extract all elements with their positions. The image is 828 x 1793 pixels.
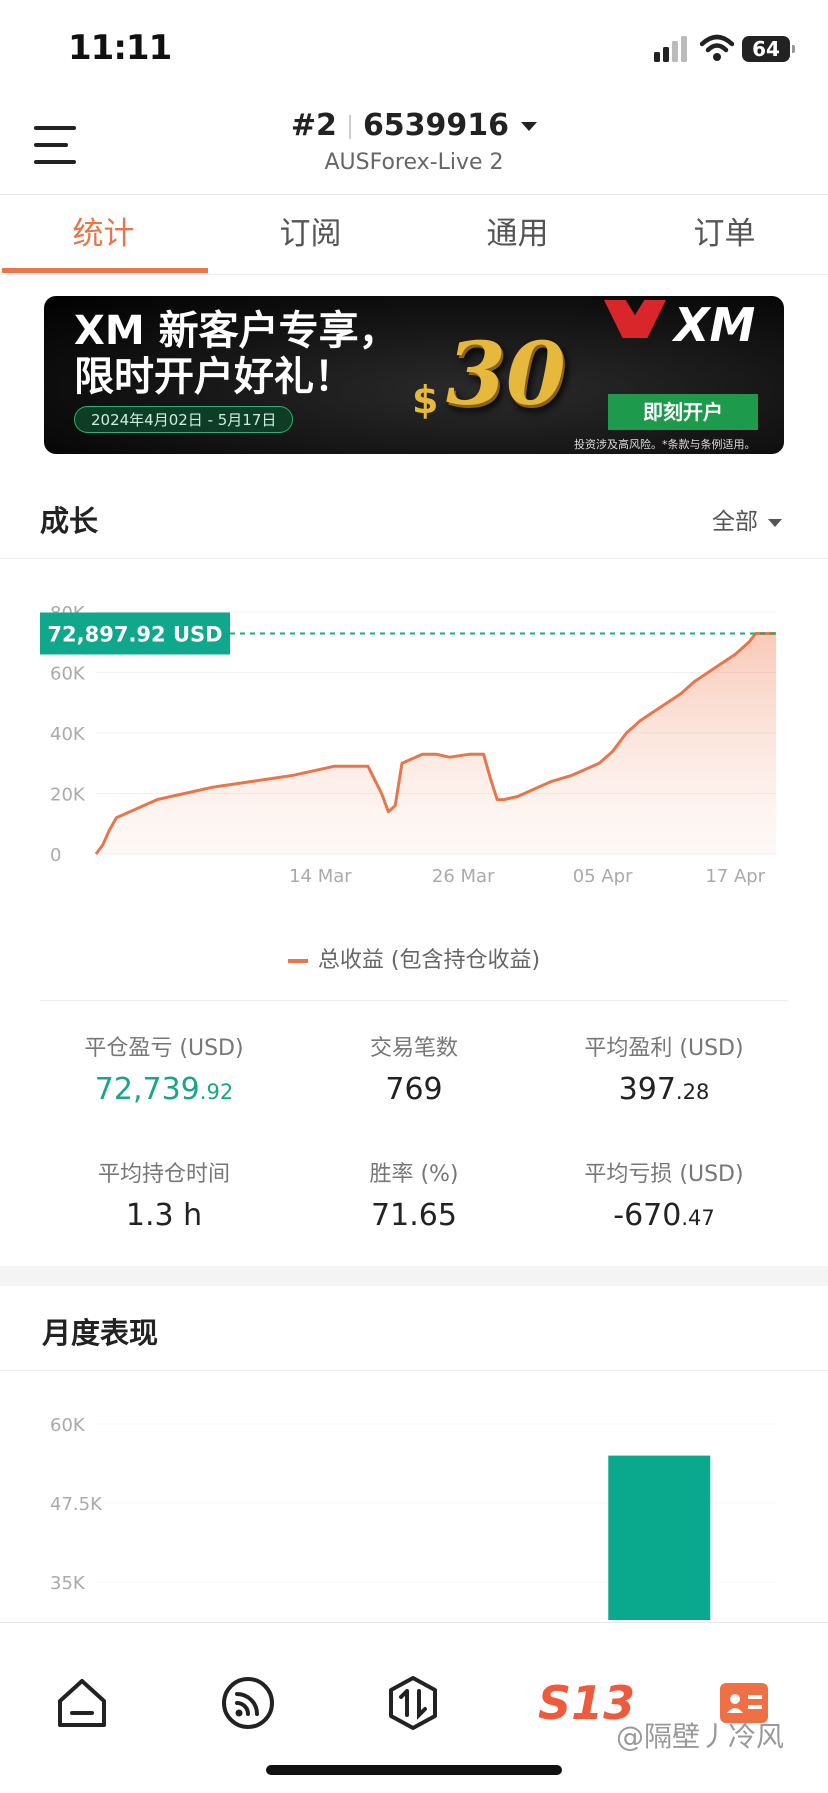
area-fill (96, 633, 776, 854)
divider (40, 1000, 788, 1001)
y-tick-label: 20K (50, 785, 86, 806)
legend-label: 总收益 (包含持仓收益) (317, 948, 541, 973)
banner-logo-text: XM (674, 298, 756, 352)
home-indicator[interactable] (266, 1765, 562, 1775)
open-account-button[interactable]: 即刻开户 (608, 394, 758, 430)
stat-value: 71.65 (371, 1198, 457, 1233)
y-tick-label: 60K (50, 1415, 86, 1436)
account-index: #2 (290, 108, 337, 143)
battery-icon: 64 (742, 36, 795, 62)
filter-label: 全部 (712, 509, 758, 535)
trade-icon[interactable] (383, 1673, 443, 1733)
banner-amount: 30 (446, 324, 566, 425)
stat-item: 平均持仓时间 1.3 h (26, 1156, 302, 1233)
divider (0, 558, 828, 559)
promo-banner[interactable]: XM 新客户专享， 限时开户好礼！ 2024年4月02日 - 5月17日 $ 3… (44, 296, 784, 454)
watermark-text: @隔壁丿冷风 (616, 1720, 785, 1753)
caret-down-icon (521, 122, 538, 131)
stat-value-decimals: .47 (681, 1206, 715, 1230)
growth-range-filter[interactable]: 全部 (712, 502, 782, 536)
y-tick-label: 0 (50, 845, 61, 866)
xm-logo-icon (604, 300, 666, 338)
divider (348, 114, 351, 139)
tab-orders[interactable]: 订单 (621, 196, 828, 272)
wifi-icon (700, 34, 734, 61)
x-tick-label: 26 Mar (432, 866, 495, 887)
banner-date-range: 2024年4月02日 - 5月17日 (74, 406, 294, 433)
stat-item: 平均盈利 (USD) 397.28 (526, 1030, 802, 1107)
monthly-section-title: 月度表现 (42, 1316, 159, 1350)
banner-subtitle: 限时开户好礼！ (74, 354, 354, 400)
signal-feed-icon[interactable] (218, 1673, 278, 1733)
divider (0, 1370, 828, 1371)
chart-legend: 总收益 (包含持仓收益) (0, 942, 828, 974)
y-tick-label: 35K (50, 1573, 86, 1594)
stat-value: 769 (385, 1072, 443, 1107)
stat-value-decimals: .28 (675, 1080, 710, 1104)
status-time: 11:11 (68, 28, 172, 68)
active-tab-indicator (2, 268, 208, 273)
divider (0, 194, 828, 195)
stat-item: 平仓盈亏 (USD) 72,739.92 (26, 1030, 302, 1107)
y-tick-label: 47.5K (50, 1494, 103, 1515)
legend-swatch (287, 959, 308, 963)
stat-label: 胜率 (%) (369, 1162, 459, 1187)
home-icon[interactable] (52, 1673, 112, 1733)
stat-value: 1.3 h (125, 1198, 203, 1233)
stat-label: 交易笔数 (369, 1036, 458, 1061)
x-tick-label: 05 Apr (573, 866, 633, 887)
stat-value: -670.47 (613, 1198, 715, 1233)
account-selector[interactable]: #2 6539916 (0, 108, 828, 143)
bar (608, 1455, 711, 1620)
growth-section-title: 成长 (40, 504, 99, 538)
s13-logo-icon[interactable]: S13 (538, 1675, 635, 1731)
section-divider (0, 1266, 828, 1286)
bottom-nav: S13 @隔壁丿冷风 (0, 1622, 828, 1793)
stat-value: 397.28 (618, 1072, 710, 1107)
growth-chart: 020K40K60K80K72,897.92 USD14 Mar26 Mar05… (40, 603, 776, 887)
tab-general[interactable]: 通用 (414, 196, 621, 272)
banner-currency: $ (412, 378, 439, 422)
stat-item: 交易笔数 769 (276, 1030, 552, 1107)
y-tick-label: 40K (50, 724, 86, 745)
menu-bar-icon (34, 143, 68, 147)
y-tick-label: 60K (50, 664, 86, 685)
stat-item: 胜率 (%) 71.65 (276, 1156, 552, 1233)
server-name: AUSForex-Live 2 (324, 150, 504, 175)
monthly-chart: 35K 47.5K 60K (50, 1415, 776, 1620)
stat-label: 平均盈利 (USD) (584, 1036, 744, 1061)
account-number: 6539916 (362, 108, 510, 143)
stat-value-decimals: .92 (199, 1080, 234, 1104)
cellular-signal-icon (654, 36, 687, 62)
x-tick-label: 17 Apr (705, 866, 765, 887)
caret-down-icon (768, 518, 782, 527)
stat-label: 平均持仓时间 (97, 1162, 230, 1187)
current-value-label: 72,897.92 USD (47, 622, 222, 646)
stat-label: 平均亏损 (USD) (584, 1162, 744, 1187)
divider (0, 274, 828, 275)
stat-label: 平仓盈亏 (USD) (84, 1036, 244, 1061)
tab-stats[interactable]: 统计 (0, 196, 207, 272)
stat-item: 平均亏损 (USD) -670.47 (526, 1156, 802, 1233)
x-tick-label: 14 Mar (289, 866, 352, 887)
stat-value: 72,739.92 (94, 1072, 234, 1107)
tab-subscribe[interactable]: 订阅 (207, 196, 414, 272)
banner-disclaimer: 投资涉及高风险。*条款与条例适用。 (574, 438, 756, 451)
